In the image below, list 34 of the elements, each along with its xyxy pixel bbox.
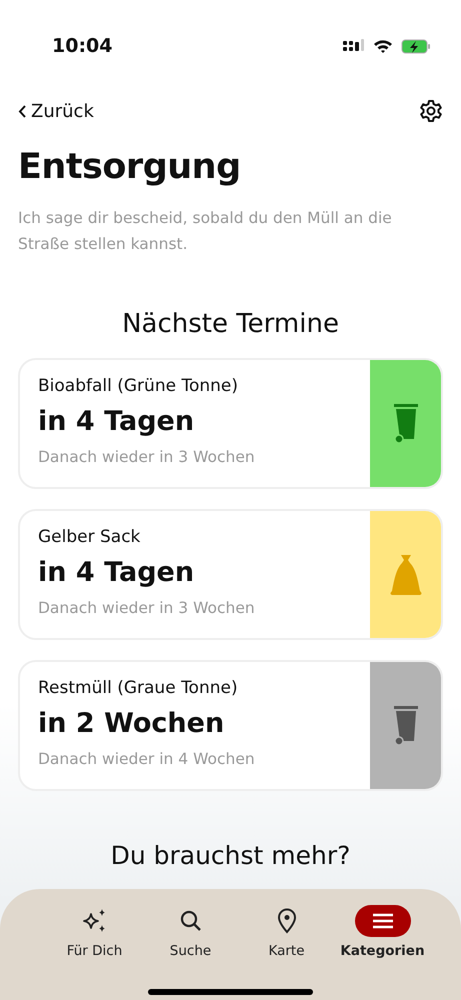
bin-icon	[394, 706, 418, 746]
signal-icon	[343, 39, 365, 53]
map-pin-icon	[276, 908, 296, 934]
due-date: in 2 Wochen	[38, 706, 226, 741]
waste-type: Bioabfall (Grüne Tonne)	[38, 375, 239, 398]
menu-icon	[372, 913, 394, 929]
settings-icon[interactable]	[419, 99, 443, 123]
sparkles-icon	[82, 908, 108, 934]
page-description: Ich sage dir bescheid, sobald du den Müll an die Straße stellen kannst.	[18, 208, 393, 255]
tab-item[interactable]: Karte	[238, 905, 334, 962]
tab-item[interactable]: Kategorien	[334, 905, 430, 962]
waste-type: Restmüll (Graue Tonne)	[38, 677, 239, 700]
chevron-left-icon	[18, 104, 27, 118]
next-date: Danach wieder in 4 Wochen	[38, 749, 256, 770]
battery-charging-icon	[401, 38, 431, 54]
wifi-icon	[373, 39, 393, 53]
waste-card[interactable]: Bioabfall (Grüne Tonne) in 4 Tagen Danach wieder in 3 Wochen	[18, 358, 443, 490]
search-icon	[178, 909, 202, 933]
waste-type: Gelber Sack	[38, 526, 142, 550]
status-time: 10:04	[52, 34, 112, 59]
waste-card[interactable]: Gelber Sack in 4 Tagen Danach wieder in 3 Wochen	[18, 509, 443, 640]
back-button[interactable]: Zurück	[18, 98, 94, 124]
bag-icon	[388, 554, 422, 595]
section-heading: Nächste Termine	[121, 309, 340, 340]
promo-heading: Du brauchst mehr?	[110, 841, 352, 872]
tab-item[interactable]: Für Dich	[46, 905, 142, 962]
due-date: in 4 Tagen	[38, 404, 196, 439]
waste-card[interactable]: Restmüll (Graue Tonne) in 2 Wochen Danach wieder in 4 Wochen	[18, 660, 443, 792]
tab-item[interactable]: Suche	[142, 905, 238, 962]
due-date: in 4 Tagen	[38, 556, 196, 590]
bin-icon	[394, 404, 418, 444]
page-title: Entsorgung	[18, 146, 242, 188]
next-date: Danach wieder in 3 Wochen	[38, 447, 256, 468]
next-date: Danach wieder in 3 Wochen	[38, 598, 256, 620]
